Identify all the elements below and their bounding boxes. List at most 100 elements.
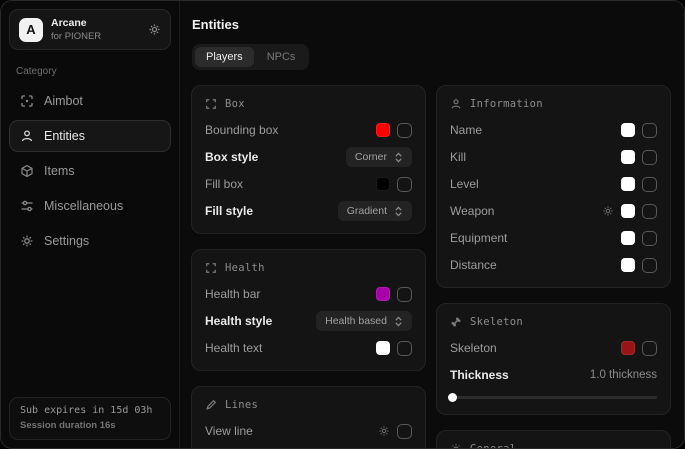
brand-name: Arcane [51,17,140,29]
weapon-checkbox[interactable] [642,204,657,219]
health-bar-checkbox[interactable] [397,287,412,302]
entities-icon [20,129,34,143]
thickness-slider[interactable] [450,392,657,402]
fill-box-checkbox[interactable] [397,177,412,192]
row-label: Name [450,123,621,137]
fill-box-row: Fill box [205,174,412,194]
subscription-info: Sub expires in 15d 03h Session duration … [9,397,171,440]
fill-style-row: Fill style Gradient [205,201,412,221]
kill-checkbox[interactable] [642,150,657,165]
row-label: Kill [450,150,621,164]
bounding-box-checkbox[interactable] [397,123,412,138]
fill-style-dropdown[interactable]: Gradient [338,201,412,221]
color-swatch[interactable] [376,177,390,191]
row-label: Health text [205,341,376,355]
color-swatch[interactable] [621,204,635,218]
sliders-icon [20,199,34,213]
bone-icon [450,316,462,328]
sidebar-item-items[interactable]: Items [9,155,171,187]
tab-players[interactable]: Players [195,47,254,67]
color-swatch[interactable] [621,231,635,245]
thickness-row: Thickness 1.0 thickness [450,365,657,385]
equipment-row: Equipment [450,228,657,248]
sidebar-item-label: Items [44,164,75,178]
card-title: Box [225,98,245,110]
row-label: Distance [450,258,621,272]
sidebar-item-aimbot[interactable]: Aimbot [9,85,171,117]
sidebar-item-label: Settings [44,234,89,248]
gear-icon[interactable] [602,205,614,217]
view-line-checkbox[interactable] [397,424,412,439]
name-row: Name [450,120,657,140]
row-label: Health style [205,314,316,328]
sidebar-item-label: Aimbot [44,94,83,108]
sidebar-item-entities[interactable]: Entities [9,120,171,152]
box-style-row: Box style Corner [205,147,412,167]
name-checkbox[interactable] [642,123,657,138]
color-swatch[interactable] [376,341,390,355]
slider-thumb[interactable] [448,393,457,402]
color-swatch[interactable] [376,287,390,301]
sidebar-item-label: Miscellaneous [44,199,123,213]
gear-icon[interactable] [148,23,161,36]
row-label: Health bar [205,287,376,301]
row-label: Skeleton [450,341,621,355]
lines-card: Lines View line Line to enemy [191,386,426,448]
general-card: General Visibility check Max distance [436,430,671,448]
color-swatch[interactable] [621,123,635,137]
color-swatch[interactable] [621,258,635,272]
unfold-icon [394,206,403,217]
sun-icon [450,443,462,448]
unfold-icon [394,316,403,327]
gear-icon[interactable] [378,425,390,437]
box-corners-icon [205,98,217,110]
card-title: Skeleton [470,316,523,328]
page-title: Entities [192,17,671,32]
sidebar-item-miscellaneous[interactable]: Miscellaneous [9,190,171,222]
health-text-checkbox[interactable] [397,341,412,356]
distance-checkbox[interactable] [642,258,657,273]
sub-expiry-text: Sub expires in 15d 03h [20,405,160,416]
row-label: View line [205,424,378,438]
health-style-dropdown[interactable]: Health based [316,311,412,331]
row-label: Fill style [205,204,338,218]
box-style-dropdown[interactable]: Corner [346,147,412,167]
level-row: Level [450,174,657,194]
row-label: Weapon [450,204,602,218]
box-corners-icon [205,262,217,274]
brand-subtitle: for PIONER [51,31,140,42]
color-swatch[interactable] [376,123,390,137]
brand-card: A Arcane for PIONER [9,9,171,50]
color-swatch[interactable] [621,150,635,164]
crosshair-icon [20,94,34,108]
row-label: Level [450,177,621,191]
tab-npcs[interactable]: NPCs [256,47,307,67]
health-card: Health Health bar Health style H [191,249,426,371]
information-card: Information Name Kill [436,85,671,288]
weapon-row: Weapon [450,201,657,221]
thickness-value: 1.0 thickness [590,369,657,381]
skeleton-checkbox[interactable] [642,341,657,356]
row-label: Fill box [205,177,376,191]
box-card: Box Bounding box Box style Corne [191,85,426,234]
category-label: Category [16,66,164,77]
tab-bar: Players NPCs [192,44,309,70]
card-title: Lines [225,399,258,411]
card-title: General [470,443,516,448]
level-checkbox[interactable] [642,177,657,192]
pencil-line-icon [205,399,217,411]
health-text-row: Health text [205,338,412,358]
row-label: Box style [205,150,346,164]
row-label: Equipment [450,231,621,245]
bounding-box-row: Bounding box [205,120,412,140]
sidebar-item-settings[interactable]: Settings [9,225,171,257]
color-swatch[interactable] [621,341,635,355]
equipment-checkbox[interactable] [642,231,657,246]
skeleton-row: Skeleton [450,338,657,358]
color-swatch[interactable] [621,177,635,191]
health-bar-row: Health bar [205,284,412,304]
sidebar-item-label: Entities [44,129,85,143]
view-line-row: View line [205,421,412,441]
kill-row: Kill [450,147,657,167]
gear-icon [20,234,34,248]
